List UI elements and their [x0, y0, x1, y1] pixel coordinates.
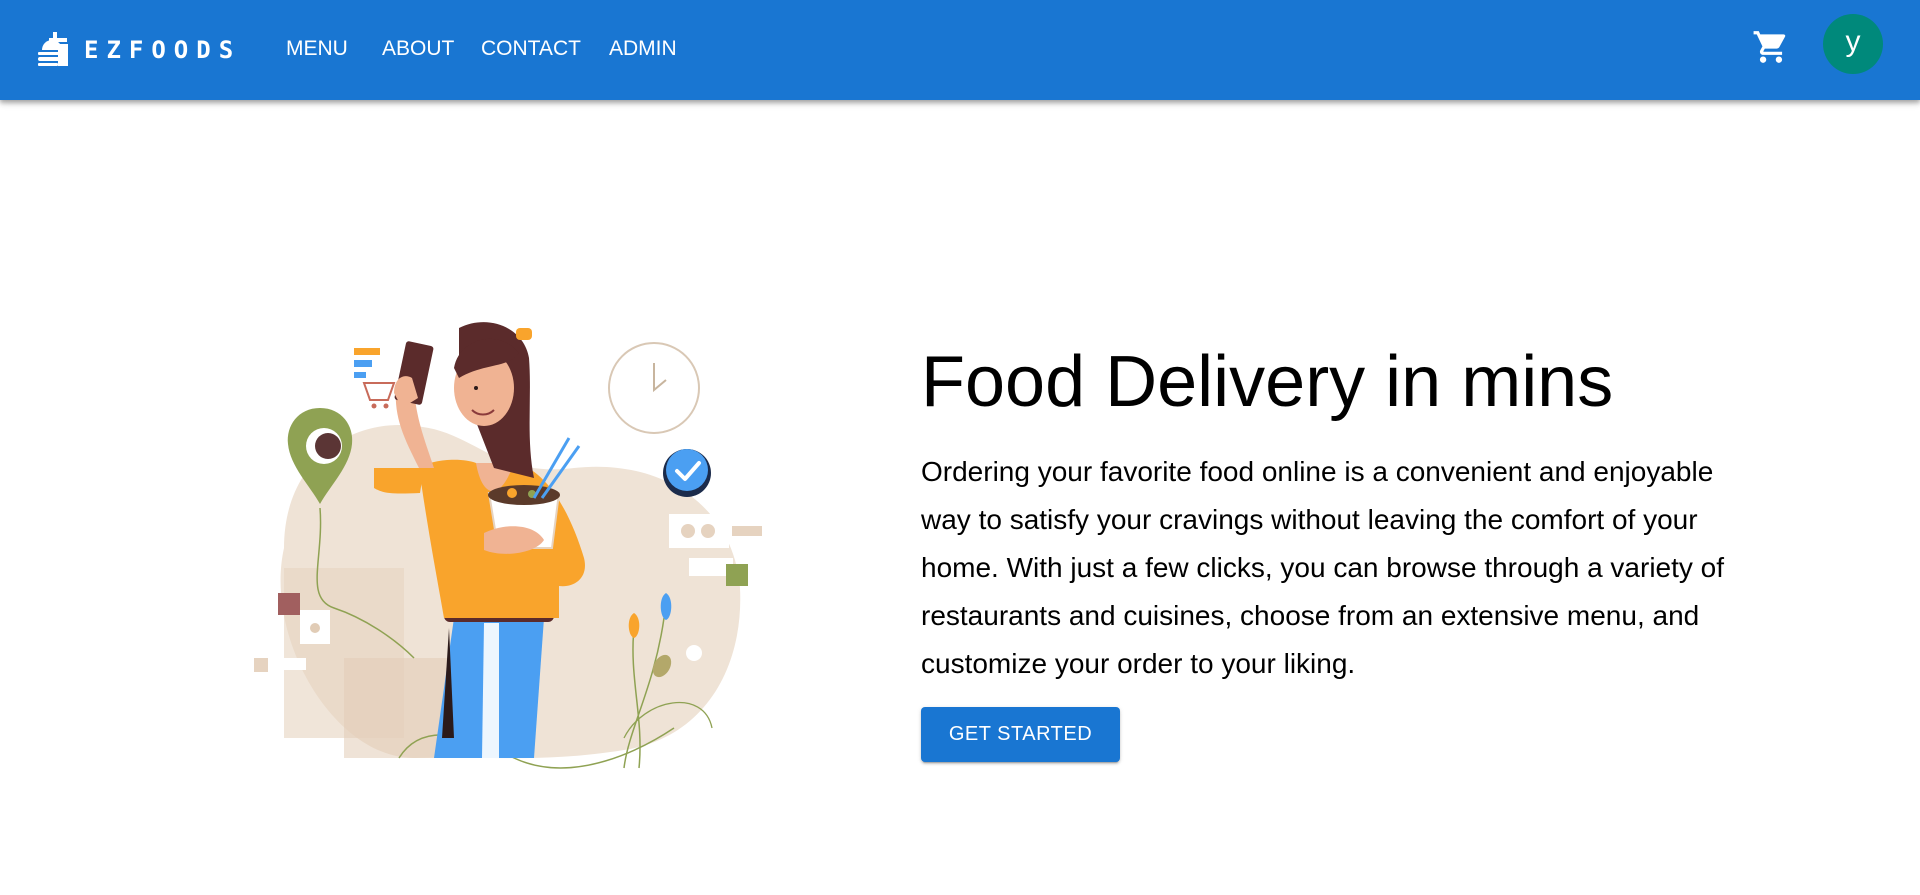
get-started-button[interactable]: GET STARTED — [921, 707, 1120, 762]
hero-description-line: restaurants and cuisines, choose from an… — [921, 600, 1700, 631]
nav-menu[interactable]: MENU — [286, 36, 348, 62]
brand-logo[interactable]: EZFOODS — [36, 30, 241, 70]
user-avatar[interactable]: y — [1823, 14, 1883, 74]
hero-title: Food Delivery in mins — [921, 342, 1614, 422]
nav-admin[interactable]: ADMIN — [609, 36, 677, 62]
nav-contact[interactable]: CONTACT — [481, 36, 581, 62]
fast-food-icon — [38, 32, 68, 66]
brand-name: EZFOODS — [84, 36, 242, 64]
hero-description-line: home. With just a few clicks, you can br… — [921, 552, 1725, 583]
hero-description-line: Ordering your favorite food online is a … — [921, 456, 1714, 487]
nav-about[interactable]: ABOUT — [382, 36, 454, 62]
shopping-cart-icon[interactable] — [1752, 28, 1790, 66]
food-delivery-illustration — [254, 322, 762, 769]
hero-description: Ordering your favorite food online is a … — [921, 448, 1821, 688]
hero-description-line: way to satisfy your cravings without lea… — [921, 504, 1698, 535]
hero-description-line: customize your order to your liking. — [921, 648, 1356, 679]
app-bar: EZFOODS MENU ABOUT CONTACT ADMIN y — [0, 0, 1920, 100]
